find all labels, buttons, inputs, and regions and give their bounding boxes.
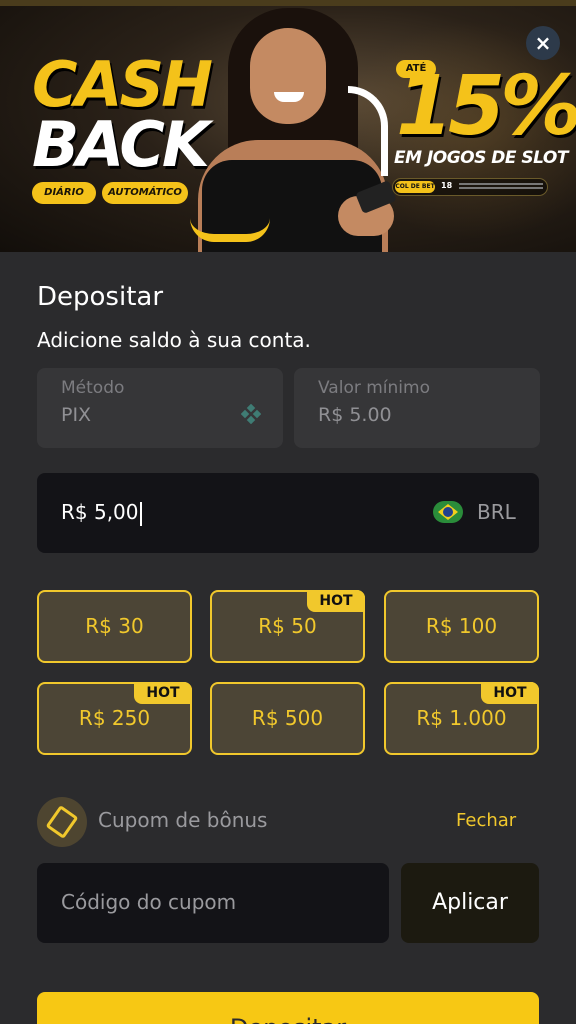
coupon-label: Cupom de bônus [98,808,268,832]
brazil-flag-icon [433,501,463,523]
preset-amount-button[interactable]: R$ 30 [37,590,192,663]
banner-pill-automatic: AUTOMÁTICO [102,182,188,204]
min-value-label: Valor mínimo [318,378,430,398]
banner-fine-tag: COL DE BET [395,181,435,193]
age-rating: 18 [441,181,453,190]
ticket-icon [37,797,87,847]
currency-label: BRL [477,500,516,524]
deposit-submit-button[interactable]: Depositar [37,992,539,1024]
preset-amount-button[interactable]: R$ 1.000 HOT [384,682,539,755]
page-title: Depositar [37,282,164,312]
banner-slot-text: EM JOGOS DE SLOT [394,148,568,168]
banner-pill-daily: DIÁRIO [32,182,96,204]
banner-fine-print: COL DE BET 18 [392,178,548,196]
method-field: Método PIX [37,368,283,448]
pix-icon [241,404,261,424]
banner-percent: 15% [396,59,576,154]
deposit-screen: CASH BACK DIÁRIO AUTOMÁTICO 15% ATÉ EM J… [0,0,576,1024]
coupon-code-placeholder: Código do cupom [61,890,237,914]
method-label: Método [61,378,125,398]
close-icon: × [534,31,552,55]
method-value: PIX [61,404,92,426]
banner-back-text: BACK [32,108,210,181]
min-value-field: Valor mínimo R$ 5.00 [294,368,540,448]
coupon-close-link[interactable]: Fechar [456,810,516,831]
hot-badge: HOT [481,682,539,704]
min-value-amount: R$ 5.00 [318,404,392,426]
hot-badge: HOT [134,682,192,704]
cashback-banner[interactable]: CASH BACK DIÁRIO AUTOMÁTICO 15% ATÉ EM J… [0,0,576,252]
close-button[interactable]: × [526,26,560,60]
amount-input-value[interactable]: R$ 5,00 [61,500,142,526]
page-subtitle: Adicione saldo à sua conta. [37,328,311,352]
apply-coupon-button[interactable]: Aplicar [401,863,539,943]
coupon-code-input[interactable]: Código do cupom [37,863,389,943]
preset-amount-button[interactable]: R$ 250 HOT [37,682,192,755]
preset-amount-button[interactable]: R$ 50 HOT [210,590,365,663]
banner-ate-badge: ATÉ [396,60,436,78]
preset-amount-button[interactable]: R$ 500 [210,682,365,755]
amount-input[interactable]: R$ 5,00 BRL [37,473,539,553]
preset-amount-button[interactable]: R$ 100 [384,590,539,663]
text-caret [139,501,142,526]
hot-badge: HOT [307,590,365,612]
arrow-curve-icon [190,218,270,242]
banner-cash-text: CASH [32,48,213,121]
